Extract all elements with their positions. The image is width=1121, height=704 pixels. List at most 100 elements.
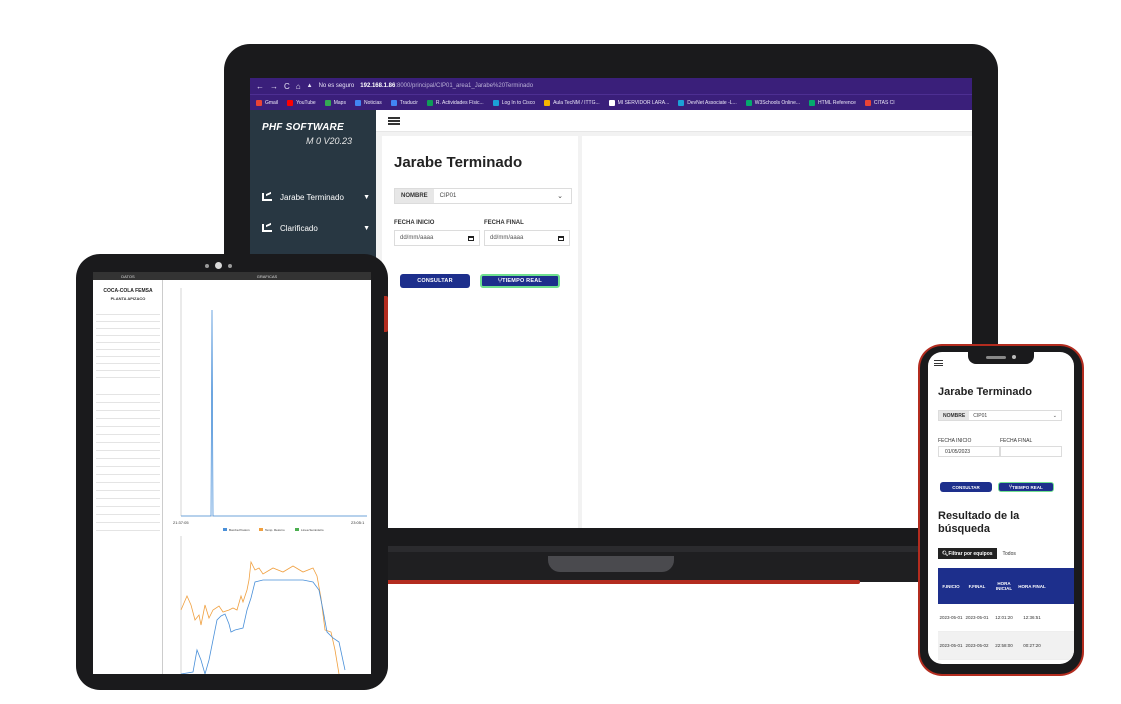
tick-label: 21:37:05 [173,520,189,525]
calendar-icon[interactable] [468,235,474,241]
realtime-button[interactable]: ⁽ᵢ⁾ TIEMPO REAL [480,274,560,288]
bookmark-icon [608,99,615,106]
realtime-label: TIEMPO REAL [502,278,542,284]
calendar-icon[interactable] [558,235,564,241]
table-row[interactable]: 2023-2023- [938,660,1074,664]
legend-label: Bomba Presión [229,528,250,532]
column-header[interactable]: F.INICIO [938,568,964,604]
bookmark-item[interactable]: HTML Reference [809,99,856,106]
menu-icon[interactable] [934,360,943,366]
table-cell: 2023-05-02 [965,642,989,648]
tab-datos[interactable]: DATOS [93,272,163,280]
table-header: F.INICIO F.FINAL HORA INICIAL HORA FINAL [938,568,1074,604]
caret-down-icon: ▼ [363,224,370,232]
bookmark-item[interactable]: W3Schools Online... [745,99,801,106]
back-icon[interactable]: ← [256,82,264,91]
select-value: CIP01 [973,412,988,419]
column-header[interactable]: F.FINAL [964,568,990,604]
bookmark-icon [287,99,294,106]
bookmark-item[interactable]: CITAS CI [864,99,895,106]
phone-screen: Jarabe Terminado NOMBRE CIP01 ⌄ FECHA IN… [928,352,1074,664]
legend-swatch [295,528,299,531]
date-start-input[interactable]: dd/mm/aaaa [394,230,480,246]
app-version: M 0 V20.23 [306,136,353,146]
bookmark-item[interactable]: YouTube [287,99,316,106]
data-row-line [96,514,160,515]
sidebar-item-jarabe-terminado[interactable]: Jarabe Terminado ▼ [262,188,370,206]
series-line [180,560,340,674]
data-row-line [96,450,160,451]
forward-icon[interactable]: → [270,82,278,91]
bookmarks-bar: Gmail YouTube Maps Noticias Traducir R. Activ… [250,94,972,110]
data-row-line [96,342,160,343]
bookmark-item[interactable]: Log In to Cisco [492,99,536,106]
filter-label: Filtrar por equipos [948,550,993,557]
laptop-notch [548,556,674,572]
bookmark-item[interactable]: Noticias [354,99,382,106]
sensor-dot [228,263,232,268]
laptop-accent [360,580,860,584]
bookmark-item[interactable]: Gmail [256,99,278,106]
bookmark-icon [745,99,752,106]
chart-icon [262,193,272,201]
results-panel [582,136,972,528]
company-name: COCA-COLA FEMSA [103,288,153,294]
table-cell: 2023- [964,660,990,664]
sidebar-item-clarificado[interactable]: Clarificado ▼ [262,219,370,237]
table-cell: 00:27:20 [1023,642,1041,648]
device-mockup-stage: ← → C ⌂ ▲ No es seguro 192.168.1.86:8000… [0,0,1121,704]
bookmark-item[interactable]: R. Actividades Físic... [426,99,484,106]
data-row-line [96,335,160,336]
data-row-line [96,498,160,499]
column-header[interactable]: HORA INICIAL [990,568,1018,604]
table-cell [990,660,1018,664]
bookmark-item[interactable]: Maps [324,99,346,106]
bookmark-item[interactable]: Aula TecNM / ITTG... [544,99,600,106]
menu-icon[interactable] [388,117,400,125]
filter-all[interactable]: Todos [997,548,1022,559]
date-placeholder: dd/mm/aaaa [490,235,524,241]
consult-button[interactable]: CONSULTAR [940,482,992,492]
date-end-input[interactable]: dd/mm/aaaa [484,230,570,246]
date-start-input[interactable]: 01/05/2023 [938,446,1000,457]
bookmark-label: Log In to Cisco [501,99,536,106]
data-row-line [96,522,160,523]
date-end-label: FECHA FINAL [484,220,524,226]
column-header[interactable]: HORA FINAL [1018,568,1046,604]
warning-icon: ▲ [306,83,313,89]
data-row-line [96,442,160,443]
bookmark-icon [426,99,433,106]
legend-label: Temp. Retorno [265,528,285,532]
tab-graficas[interactable]: GRAFICAS [163,272,371,280]
table-row[interactable]: 2023-05-01 2023-05-02 22:58:00 00:27:20 [938,632,1074,660]
table-cell [1018,660,1046,664]
chevron-down-icon: ⌄ [557,193,563,200]
bookmark-item[interactable]: Traducir [390,99,418,106]
sensor-dot [205,263,209,268]
realtime-button[interactable]: ⁽ᵢ⁾ TIEMPO REAL [998,482,1054,492]
data-row-line [96,402,160,403]
url-field[interactable]: 192.168.1.86:8000/principal/CIP01_area1_… [360,83,533,89]
reload-icon[interactable]: C [284,82,290,91]
table-cell: 12:01:20 [995,614,1013,620]
bookmark-label: Maps [333,99,346,106]
bookmark-icon [809,99,816,106]
data-row-line [96,349,160,350]
name-select[interactable]: NOMBRE CIP01 ⌄ [938,410,1062,421]
name-select[interactable]: NOMBRE CIP01 ⌄ [394,188,572,204]
bookmark-item[interactable]: DevNet Associate -L... [678,99,737,106]
query-panel: Jarabe Terminado NOMBRE CIP01 ⌄ FECHA IN… [382,136,578,528]
home-icon[interactable]: ⌂ [296,82,301,91]
table-row[interactable]: 2023-05-01 2023-05-01 12:01:20 12:36:51 [938,604,1074,632]
bookmark-label: W3Schools Online... [754,99,801,106]
page-title: Jarabe Terminado [938,386,1032,398]
data-row-line [96,410,160,411]
bookmark-icon [544,99,551,106]
bookmark-item[interactable]: MI SERVIDOR LARA... [608,99,669,106]
select-label: NOMBRE [939,411,970,420]
filter-button[interactable]: 🔍︎ Filtrar por equipos [938,548,997,559]
date-end-input[interactable] [1000,446,1062,457]
table-cell: 12:36:51 [1023,614,1041,620]
consult-button[interactable]: CONSULTAR [400,274,470,288]
security-label: No es seguro [318,83,355,89]
